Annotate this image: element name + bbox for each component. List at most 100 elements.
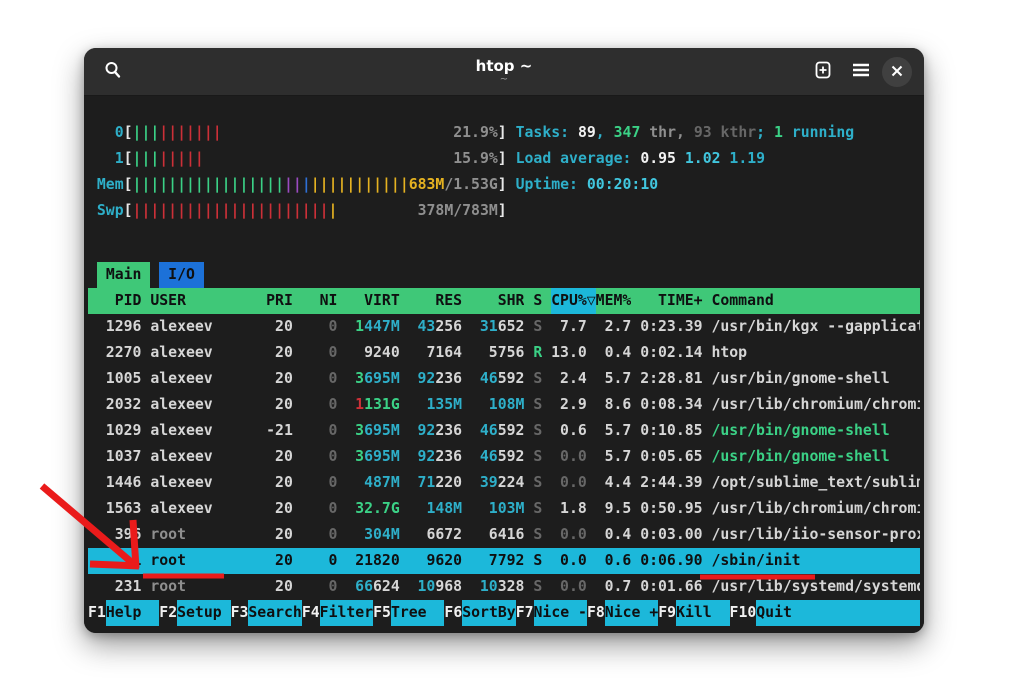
close-icon [891, 62, 903, 81]
cell-pri: 20 [248, 340, 293, 366]
cell-pri: 20 [248, 470, 293, 496]
cell-cmd: /usr/lib/systemd/systemd [711, 574, 920, 600]
cell-mem: 0.4 [596, 340, 632, 366]
cell-time: 0:08.34 [640, 392, 702, 418]
cell-shr: 5756 [471, 340, 524, 366]
cell-time: 0:01.66 [640, 574, 702, 600]
process-row-231[interactable]: 231 root 20 0 66624 10968 10328 S 0.0 0.… [88, 574, 920, 600]
cell-shr: 10328 [471, 574, 524, 600]
cell-user: alexeev [150, 340, 239, 366]
sort-indicator-icon: ▽ [587, 288, 596, 314]
column-header-ni[interactable]: NI [302, 288, 338, 314]
fkey-f5-tree[interactable]: F5Tree [373, 600, 444, 626]
process-row-396[interactable]: 396 root 20 0 304M 6672 6416 S 0.0 0.4 0… [88, 522, 920, 548]
cell-pri: 20 [248, 574, 293, 600]
cell-shr: 7792 [471, 548, 524, 574]
cell-s: S [533, 574, 542, 600]
cell-ni: 0 [302, 522, 338, 548]
cell-virt: 9240 [346, 340, 399, 366]
cell-time: 0:02.14 [640, 340, 702, 366]
fkey-f8-nice-[interactable]: F8Nice + [587, 600, 658, 626]
menu-button[interactable] [846, 57, 876, 87]
cell-pid: 231 [88, 574, 141, 600]
cell-shr: 46592 [471, 444, 524, 470]
console-window: htop ~ ~ [84, 48, 924, 633]
spacer [88, 224, 920, 262]
column-header-time[interactable]: TIME+ [640, 288, 702, 314]
tab-io[interactable]: I/O [159, 262, 204, 288]
cell-s: S [533, 470, 542, 496]
column-header-cpu[interactable]: CPU% [551, 288, 587, 314]
column-header-virt[interactable]: VIRT [346, 288, 399, 314]
cell-shr: 108M [471, 392, 524, 418]
cell-virt: 487M [346, 470, 399, 496]
cell-ni: 0 [302, 496, 338, 522]
process-row-1005[interactable]: 1005 alexeev 20 0 3695M 92236 46592 S 2.… [88, 366, 920, 392]
fkey-f4-filter[interactable]: F4Filter [302, 600, 373, 626]
load-average: Load average: 0.95 1.02 1.19 [516, 146, 765, 172]
column-header-res[interactable]: RES [409, 288, 462, 314]
column-header-mem[interactable]: MEM% [596, 288, 632, 314]
cell-pid: 1 [88, 548, 141, 574]
screen-tabs: Main I/O [88, 262, 920, 288]
column-header-pri[interactable]: PRI [248, 288, 293, 314]
process-row-1029[interactable]: 1029 alexeev -21 0 3695M 92236 46592 S 0… [88, 418, 920, 444]
cell-res: 43256 [409, 314, 462, 340]
cell-user: alexeev [150, 444, 239, 470]
cell-s: S [533, 366, 542, 392]
cell-time: 2:44.39 [640, 470, 702, 496]
process-row-1563[interactable]: 1563 alexeev 20 0 32.7G 148M 103M S 1.8 … [88, 496, 920, 522]
close-button[interactable] [882, 57, 912, 87]
cell-cmd: /sbin/init [711, 548, 920, 574]
cell-time: 0:06.90 [640, 548, 702, 574]
cell-cmd: /usr/lib/chromium/chromi [711, 496, 920, 522]
fkey-f6-sortby[interactable]: F6SortBy [444, 600, 515, 626]
column-header-pid[interactable]: PID [88, 288, 141, 314]
fkey-f1-help[interactable]: F1Help [88, 600, 159, 626]
htop-terminal: 0[||||||||||21.9%]Tasks: 89, 347 thr, 93… [84, 96, 924, 633]
cell-user: root [150, 574, 239, 600]
cell-virt: 1447M [346, 314, 399, 340]
cell-shr: 46592 [471, 366, 524, 392]
meter-block: 0[||||||||||21.9%]Tasks: 89, 347 thr, 93… [88, 120, 920, 224]
fkey-f7-nice-[interactable]: F7Nice - [516, 600, 587, 626]
column-header-cmd[interactable]: Command [711, 288, 920, 314]
process-row-1446[interactable]: 1446 alexeev 20 0 487M 71220 39224 S 0.0… [88, 470, 920, 496]
cell-pri: 20 [248, 392, 293, 418]
fkey-f9-kill[interactable]: F9Kill [658, 600, 729, 626]
process-row-1037[interactable]: 1037 alexeev 20 0 3695M 92236 46592 S 0.… [88, 444, 920, 470]
cell-pri: 20 [248, 366, 293, 392]
cell-mem: 4.4 [596, 470, 632, 496]
cell-virt: 3695M [346, 418, 399, 444]
process-row-2032[interactable]: 2032 alexeev 20 0 1131G 135M 108M S 2.9 … [88, 392, 920, 418]
cell-pri: 20 [248, 522, 293, 548]
cell-cmd: /usr/lib/chromium/chromi [711, 392, 920, 418]
cell-cpu: 0.0 [551, 470, 587, 496]
cell-pid: 2270 [88, 340, 141, 366]
column-header-user[interactable]: USER [150, 288, 239, 314]
cell-res: 10968 [409, 574, 462, 600]
cell-virt: 3695M [346, 444, 399, 470]
cell-ni: 0 [302, 366, 338, 392]
column-header-shr[interactable]: SHR [471, 288, 524, 314]
cell-mem: 0.7 [596, 574, 632, 600]
tasks-summary: Tasks: 89, 347 thr, 93 kthr; 1 running [516, 120, 855, 146]
cell-shr: 39224 [471, 470, 524, 496]
cell-cpu: 13.0 [551, 340, 587, 366]
process-row-1296[interactable]: 1296 alexeev 20 0 1447M 43256 31652 S 7.… [88, 314, 920, 340]
cell-virt: 304M [346, 522, 399, 548]
fkey-f3-search[interactable]: F3Search [231, 600, 302, 626]
new-tab-button[interactable] [808, 57, 838, 87]
fkey-f10-quit[interactable]: F10Quit [730, 600, 810, 626]
cell-user: root [150, 522, 239, 548]
process-row-2270[interactable]: 2270 alexeev 20 0 9240 7164 5756 R 13.0 … [88, 340, 920, 366]
process-row-1[interactable]: 1 root 20 0 21820 9620 7792 S 0.0 0.6 0:… [88, 548, 920, 574]
cell-mem: 0.4 [596, 522, 632, 548]
cell-res: 9620 [409, 548, 462, 574]
tab-main[interactable]: Main [97, 262, 150, 288]
cell-cmd: /opt/sublime_text/sublim [711, 470, 920, 496]
cpu-meter-1-label: 1 [88, 146, 124, 172]
fkey-f2-setup[interactable]: F2Setup [159, 600, 230, 626]
cell-res: 92236 [409, 366, 462, 392]
column-header-s[interactable]: S [533, 288, 542, 314]
